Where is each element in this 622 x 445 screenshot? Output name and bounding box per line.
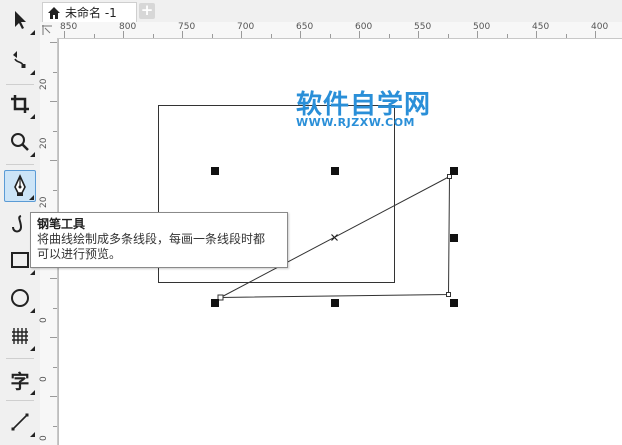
center-mark xyxy=(331,234,338,241)
ruler-label: 20 xyxy=(39,137,49,149)
table-tool-icon xyxy=(12,328,28,344)
horizontal-ruler[interactable]: 850 800 750 700 650 600 550 500 450 400 xyxy=(57,22,622,39)
selection-handle[interactable] xyxy=(331,167,339,175)
ruler-label: 850 xyxy=(60,22,78,32)
ruler-label: 20 xyxy=(39,78,49,90)
selection-handle[interactable] xyxy=(450,167,458,175)
ruler-label: 450 xyxy=(532,22,550,32)
ruler-label: 650 xyxy=(296,22,314,32)
document-tab-label: 未命名 -1 xyxy=(65,6,117,20)
pen-tool-tooltip: 钢笔工具 将曲线绘制成多条线段，每画一条线段时都 可以进行预览。 xyxy=(30,212,288,268)
pen-tool-button[interactable] xyxy=(4,170,36,202)
freehand-tool-icon xyxy=(12,215,23,233)
table-tool-button[interactable] xyxy=(4,320,36,352)
pick-tool-button[interactable] xyxy=(4,4,36,36)
home-icon xyxy=(48,6,60,19)
document-tab[interactable]: 未命名 -1 xyxy=(42,2,137,22)
zoom-tool-button[interactable] xyxy=(4,126,36,158)
selection-handle[interactable] xyxy=(450,234,458,242)
ruler-label: 500 xyxy=(473,22,491,32)
shape-tool-button[interactable] xyxy=(4,44,36,76)
selection-handle[interactable] xyxy=(331,299,339,307)
document-tab-bar: 未命名 -1 + xyxy=(40,0,622,23)
ruler-label: 20 xyxy=(39,196,49,208)
selection-handle[interactable] xyxy=(211,299,219,307)
tooltip-title: 钢笔工具 xyxy=(37,217,86,231)
new-tab-button[interactable]: + xyxy=(139,3,155,19)
ruler-origin-icon xyxy=(42,25,52,35)
ruler-label: 800 xyxy=(119,22,137,32)
ruler-label: 400 xyxy=(591,22,609,32)
selection-handle[interactable] xyxy=(211,167,219,175)
ruler-label: 700 xyxy=(237,22,255,32)
tooltip-description-line1: 将曲线绘制成多条线段，每画一条线段时都 xyxy=(37,232,266,246)
shape-tool-icon xyxy=(13,51,26,68)
ruler-label: 0 xyxy=(39,435,49,441)
ruler-origin[interactable] xyxy=(40,22,58,39)
rectangle-tool-icon xyxy=(11,252,29,268)
ellipse-tool-button[interactable] xyxy=(4,282,36,314)
pen-tool-icon xyxy=(14,174,26,196)
line-tool-button[interactable] xyxy=(4,406,36,438)
watermark-url: WWW.RJZXW.COM xyxy=(296,116,415,129)
line-tool-icon xyxy=(11,413,29,431)
path-node[interactable] xyxy=(447,174,452,179)
text-tool-button[interactable]: 字 xyxy=(4,364,36,396)
crop-tool-icon xyxy=(11,95,29,113)
ruler-label: 750 xyxy=(178,22,196,32)
crop-tool-button[interactable] xyxy=(4,88,36,120)
selection-handle[interactable] xyxy=(450,299,458,307)
text-tool-icon: 字 xyxy=(10,370,30,393)
zoom-tool-icon xyxy=(11,133,29,151)
path-node[interactable] xyxy=(446,292,451,297)
ruler-label: 0 xyxy=(39,376,49,382)
pick-tool-icon xyxy=(15,11,26,29)
ruler-label: 550 xyxy=(414,22,432,32)
tooltip-description-line2: 可以进行预览。 xyxy=(37,247,122,261)
ruler-label: 0 xyxy=(39,317,49,323)
ruler-label: 600 xyxy=(355,22,373,32)
ellipse-tool-icon xyxy=(11,289,29,307)
